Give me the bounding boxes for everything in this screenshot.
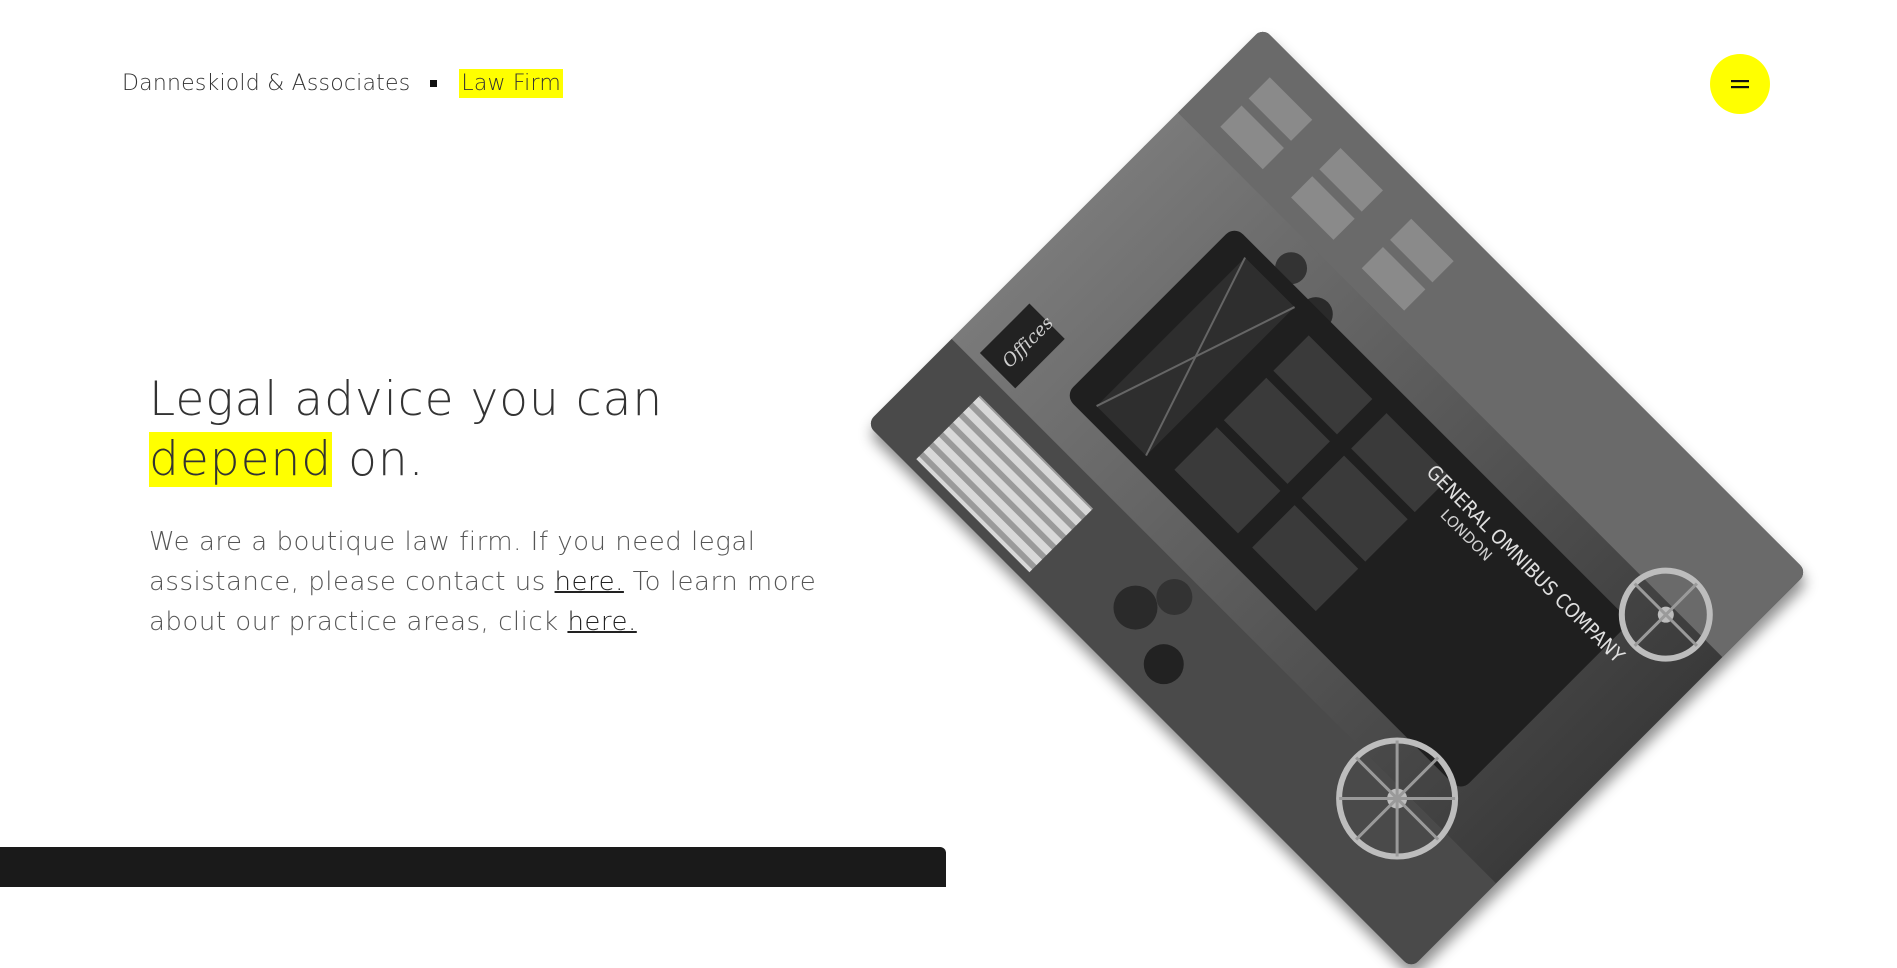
hero-photo: Offices LONDON GENERAL OMNIBUS COMPANY — [866, 27, 1808, 968]
menu-button[interactable] — [1710, 54, 1770, 114]
contact-link[interactable]: here. — [555, 567, 624, 597]
headline-highlight: depend — [149, 432, 333, 487]
brand-tag: Law Firm — [459, 68, 563, 98]
brand-separator — [430, 79, 438, 87]
headline-suffix: on. — [332, 432, 425, 487]
brand-header: Danneskiold & Associates Law Firm — [122, 68, 563, 98]
hero-intro: We are a boutique law firm. If you need … — [149, 522, 859, 642]
omnibus-street-photo: Offices LONDON GENERAL OMNIBUS COMPANY — [866, 27, 1808, 968]
footer-bar — [0, 847, 946, 887]
brand-name[interactable]: Danneskiold & Associates — [122, 71, 410, 96]
hamburger-menu-icon — [1731, 80, 1749, 89]
headline-text: Legal advice you can — [149, 372, 664, 427]
practice-areas-link[interactable]: here. — [567, 607, 636, 637]
hero-headline: Legal advice you can depend on. — [149, 370, 663, 490]
